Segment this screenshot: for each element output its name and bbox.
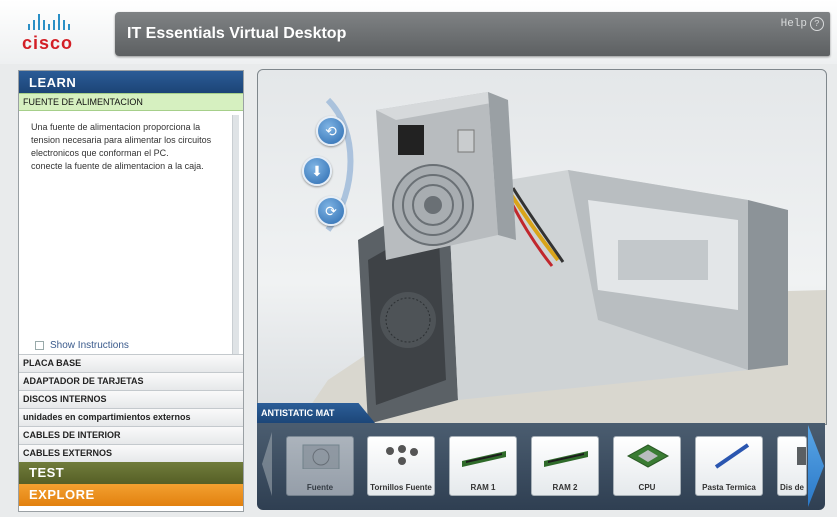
rotate-left-icon[interactable]: ⟲ — [316, 116, 346, 146]
test-header[interactable]: TEST — [19, 462, 243, 484]
tray-item-label: RAM 2 — [552, 483, 578, 492]
tray-item-label: Tornillos Fuente — [370, 483, 432, 492]
tray-item-ram-2[interactable]: RAM 2 — [531, 436, 599, 496]
tray-item-label: CPU — [638, 483, 656, 492]
section-item-adaptador[interactable]: ADAPTADOR DE TARJETAS — [19, 372, 243, 390]
cpu-chip-icon — [626, 444, 670, 468]
learn-header[interactable]: LEARN — [19, 71, 243, 93]
explore-header[interactable]: EXPLORE — [19, 484, 243, 506]
tray-item-tornillos-fuente[interactable]: Tornillos Fuente — [367, 436, 435, 496]
antistatic-mat-label: ANTISTATIC MAT — [257, 403, 375, 423]
tray-item-label: Pasta Termica — [702, 483, 756, 492]
scrollbar[interactable] — [232, 115, 239, 373]
section-item-unidades[interactable]: unidades en compartimientos externos — [19, 408, 243, 426]
tray-item-disipador[interactable]: Dis de — [777, 436, 807, 496]
question-circle-icon: ? — [810, 17, 824, 31]
ram-module-icon — [462, 451, 506, 467]
instructions-text: Una fuente de alimentacion proporciona l… — [19, 111, 243, 373]
task-paragraph: conecte la fuente de alimentacion a la c… — [31, 161, 204, 171]
title-bar: IT Essentials Virtual Desktop Help ? — [115, 12, 830, 56]
section-item-cables-externos[interactable]: CABLES EXTERNOS — [19, 444, 243, 462]
section-item-placa-base[interactable]: PLACA BASE — [19, 354, 243, 372]
cisco-logo: cisco — [22, 12, 102, 54]
cisco-logo-text: cisco — [22, 33, 74, 53]
help-button[interactable]: Help ? — [781, 17, 824, 31]
tray-item-fuente[interactable]: Fuente — [286, 436, 354, 496]
cisco-logo-bars — [28, 12, 102, 30]
show-instructions-toggle[interactable]: Show Instructions — [19, 339, 243, 353]
app-title: IT Essentials Virtual Desktop — [127, 25, 347, 42]
help-label: Help — [780, 18, 807, 30]
heatsink-icon — [797, 447, 806, 465]
tray-item-cpu[interactable]: CPU — [613, 436, 681, 496]
left-panel: LEARN FUENTE DE ALIMENTACION Una fuente … — [18, 70, 244, 512]
section-list: PLACA BASE ADAPTADOR DE TARJETAS DISCOS … — [19, 354, 243, 506]
tray-item-ram-1[interactable]: RAM 1 — [449, 436, 517, 496]
thermal-paste-icon — [714, 443, 750, 469]
header: cisco IT Essentials Virtual Desktop Help… — [0, 0, 837, 64]
description-paragraph: Una fuente de alimentacion proporciona l… — [31, 122, 212, 158]
show-instructions-label: Show Instructions — [50, 340, 129, 351]
screws-icon — [386, 445, 418, 465]
tray-item-label: RAM 1 — [470, 483, 496, 492]
tray-item-label: Fuente — [306, 483, 334, 492]
active-section-title[interactable]: FUENTE DE ALIMENTACION — [19, 93, 243, 111]
tray-item-pasta-termica[interactable]: Pasta Termica — [695, 436, 763, 496]
ram-module-icon — [544, 451, 588, 467]
power-supply-icon — [302, 444, 340, 469]
3d-viewer[interactable]: ⟲ ⬇ ⟳ — [257, 69, 827, 425]
rotate-right-icon[interactable]: ⟳ — [316, 196, 346, 226]
tray-item-label: Dis de — [779, 483, 804, 492]
section-item-discos[interactable]: DISCOS INTERNOS — [19, 390, 243, 408]
checkbox-icon[interactable] — [35, 340, 44, 350]
drop-down-icon[interactable]: ⬇ — [302, 156, 332, 186]
section-item-cables-interior[interactable]: CABLES DE INTERIOR — [19, 426, 243, 444]
